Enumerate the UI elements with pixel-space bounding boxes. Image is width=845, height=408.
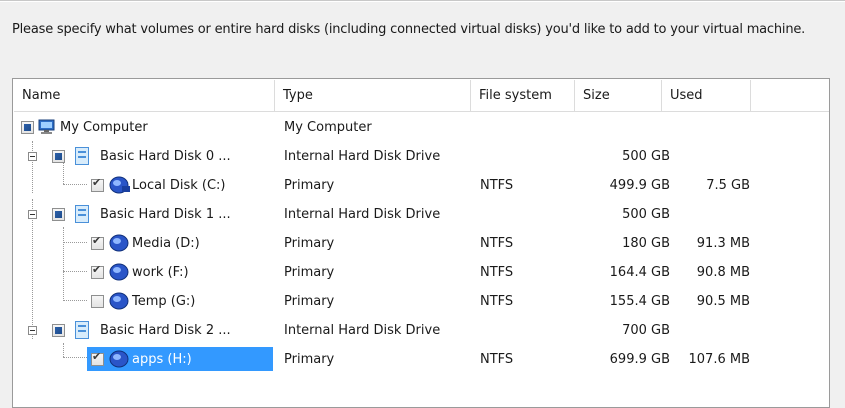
row-type: Internal Hard Disk Drive [284, 207, 441, 222]
column-header-file-system[interactable]: File system [471, 80, 575, 112]
column-header-type[interactable]: Type [275, 80, 471, 112]
row-size: 180 GB [622, 236, 670, 251]
row-name: apps (H:) [132, 352, 192, 367]
tree-row-hard-disk-1[interactable]: Basic Hard Disk 1 ... Internal Hard Disk… [14, 200, 829, 229]
row-size: 164.4 GB [609, 265, 670, 280]
row-used: 90.8 MB [696, 265, 750, 280]
top-divider-highlight [0, 1, 845, 2]
volume-icon [109, 292, 129, 310]
hard-disk-icon [75, 321, 89, 339]
row-used: 107.6 MB [688, 352, 750, 367]
tree-row-hard-disk-0[interactable]: Basic Hard Disk 0 ... Internal Hard Disk… [14, 142, 829, 171]
column-header-name[interactable]: Name [14, 80, 275, 112]
row-checkbox[interactable] [91, 234, 104, 250]
row-type: Primary [284, 352, 335, 367]
row-file-system: NTFS [480, 352, 514, 367]
row-size: 500 GB [622, 207, 670, 222]
tree-row-my-computer[interactable]: My Computer My Computer [14, 113, 829, 142]
row-checkbox[interactable] [52, 208, 65, 221]
row-file-system: NTFS [480, 265, 514, 280]
collapse-icon[interactable] [28, 152, 37, 161]
row-file-system: NTFS [480, 294, 514, 309]
row-size: 155.4 GB [609, 294, 670, 309]
volume-icon [109, 350, 129, 368]
row-type: Primary [284, 294, 335, 309]
tree-row-local-disk-c[interactable]: Local Disk (C:) Primary NTFS 499.9 GB 7.… [14, 171, 829, 200]
tree-row-media-d[interactable]: Media (D:) Primary NTFS 180 GB 91.3 MB [14, 229, 829, 258]
hard-disk-icon [75, 205, 89, 223]
tree-row-apps-h[interactable]: apps (H:) Primary NTFS 699.9 GB 107.6 MB [14, 345, 829, 374]
row-checkbox[interactable] [91, 350, 104, 366]
row-type: Primary [284, 236, 335, 251]
tree-row-work-f[interactable]: work (F:) Primary NTFS 164.4 GB 90.8 MB [14, 258, 829, 287]
row-checkbox[interactable] [52, 324, 65, 337]
row-name: Basic Hard Disk 1 ... [100, 207, 231, 222]
volume-icon [109, 176, 130, 194]
column-header-used[interactable]: Used [662, 80, 751, 112]
column-header: Name Type File system Size Used [14, 80, 829, 112]
row-name: My Computer [60, 120, 148, 135]
row-type: Internal Hard Disk Drive [284, 149, 441, 164]
tree-row-temp-g[interactable]: Temp (G:) Primary NTFS 155.4 GB 90.5 MB [14, 287, 829, 316]
row-type: My Computer [284, 120, 372, 135]
row-file-system: NTFS [480, 236, 514, 251]
row-checkbox[interactable] [91, 263, 104, 279]
row-checkbox[interactable] [91, 295, 104, 308]
collapse-icon[interactable] [28, 326, 37, 335]
row-used: 7.5 GB [706, 178, 750, 193]
hard-disk-icon [75, 147, 89, 165]
row-type: Primary [284, 178, 335, 193]
row-checkbox[interactable] [21, 121, 34, 134]
row-name: Media (D:) [132, 236, 200, 251]
computer-icon [38, 119, 55, 134]
row-used: 90.5 MB [696, 294, 750, 309]
instruction-text: Please specify what volumes or entire ha… [12, 22, 806, 37]
column-header-size[interactable]: Size [575, 80, 662, 112]
row-name: Temp (G:) [132, 294, 196, 309]
row-size: 700 GB [622, 323, 670, 338]
row-name: Basic Hard Disk 2 ... [100, 323, 231, 338]
row-type: Primary [284, 265, 335, 280]
row-file-system: NTFS [480, 178, 514, 193]
row-checkbox[interactable] [91, 176, 104, 192]
row-size: 699.9 GB [609, 352, 670, 367]
row-size: 500 GB [622, 149, 670, 164]
volume-icon [109, 234, 129, 252]
row-used: 91.3 MB [696, 236, 750, 251]
row-name: Basic Hard Disk 0 ... [100, 149, 231, 164]
row-name: Local Disk (C:) [132, 178, 226, 193]
row-checkbox[interactable] [52, 150, 65, 163]
tree-row-hard-disk-2[interactable]: Basic Hard Disk 2 ... Internal Hard Disk… [14, 316, 829, 345]
row-size: 499.9 GB [609, 178, 670, 193]
volume-tree-list[interactable]: Name Type File system Size Used My Compu… [12, 78, 830, 408]
column-header-filler [751, 80, 829, 112]
collapse-icon[interactable] [28, 210, 37, 219]
volume-icon [109, 263, 129, 281]
row-name: work (F:) [132, 265, 189, 280]
row-type: Internal Hard Disk Drive [284, 323, 441, 338]
